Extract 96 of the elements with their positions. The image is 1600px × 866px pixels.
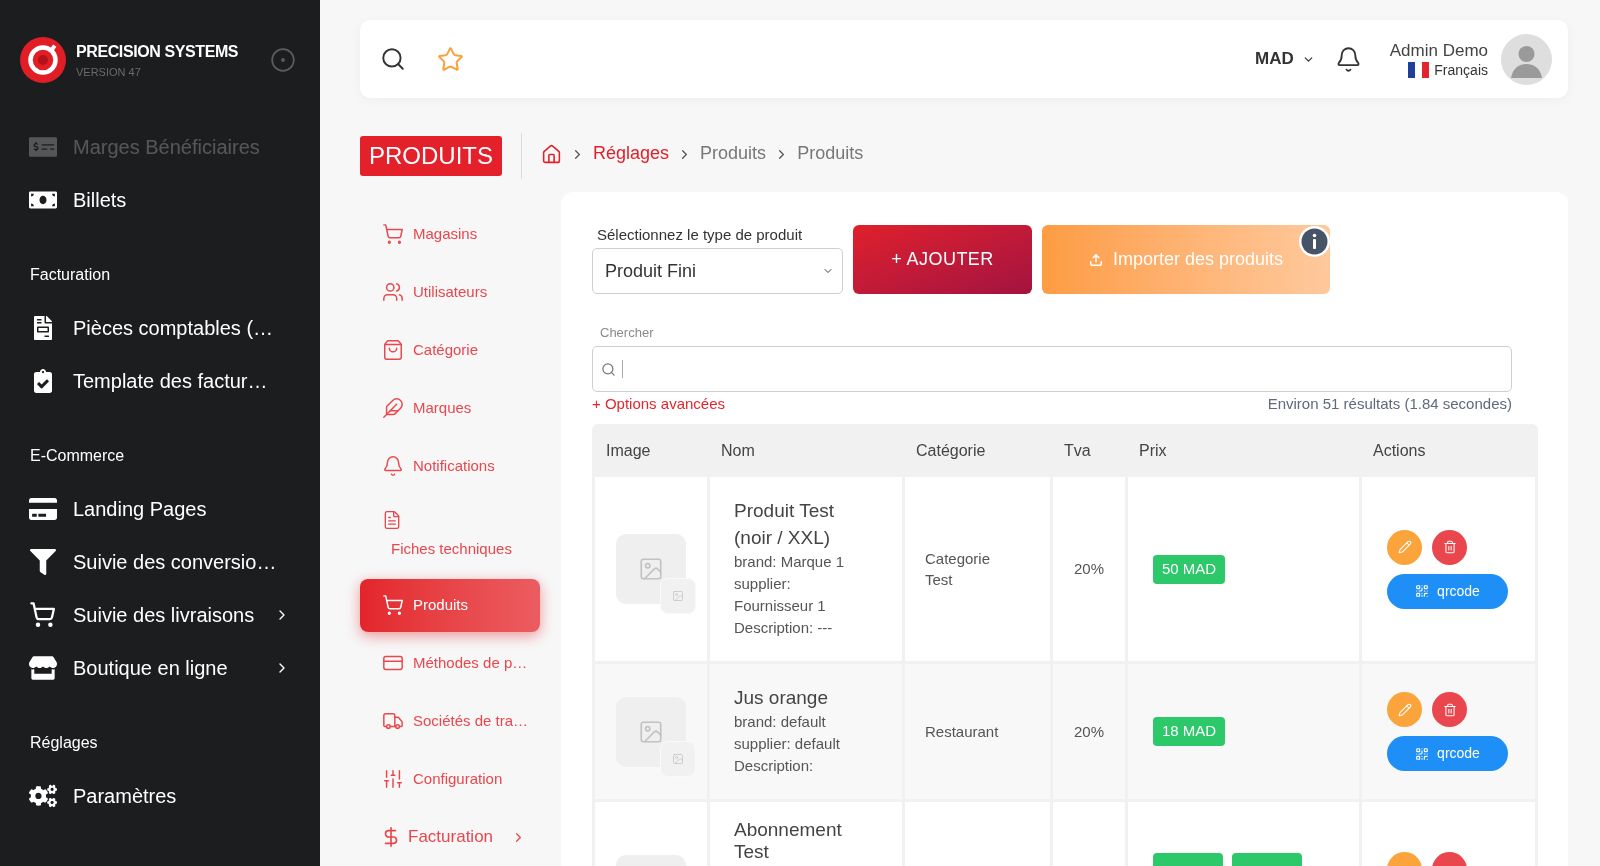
product-detail: supplier: Fournisseur 1 <box>734 574 827 616</box>
feather-icon <box>382 396 404 419</box>
advanced-options-link[interactable]: + Options avancées <box>592 394 725 414</box>
submenu-item[interactable]: Catégorie <box>360 323 540 377</box>
cart-icon <box>29 601 56 628</box>
column-header: Actions <box>1373 441 1426 459</box>
price-badge: 50 MAD <box>1153 554 1226 584</box>
image-icon <box>672 590 684 602</box>
product-detail: brand: default <box>734 712 827 732</box>
submenu-item[interactable]: Facturation <box>360 810 540 864</box>
qrcode-button[interactable]: qrcode <box>1387 573 1508 609</box>
delete-button[interactable] <box>1432 529 1467 565</box>
product-type-select[interactable]: Produit Fini <box>592 248 843 294</box>
column-header: Tva <box>1064 441 1091 459</box>
image-icon <box>672 752 684 765</box>
qr-code-icon <box>1415 584 1430 598</box>
column-header: Prix <box>1139 441 1167 459</box>
column-header: Nom <box>721 441 755 459</box>
pencil-icon <box>1397 540 1412 554</box>
product-detail: brand: Marque 1 <box>734 552 846 572</box>
field-label: Sélectionnez le type de produit <box>596 225 804 245</box>
submenu-item[interactable]: Magasins <box>360 207 540 261</box>
star-icon[interactable] <box>437 45 464 73</box>
search-icon[interactable] <box>380 46 406 72</box>
info-icon[interactable] <box>1299 226 1330 257</box>
document-icon <box>382 510 402 531</box>
product-detail: supplier: default <box>734 734 841 754</box>
submenu-item[interactable]: Configuration <box>360 752 540 806</box>
sidebar-item[interactable]: Suivie des livraisons <box>0 588 320 641</box>
breadcrumb-item: Produits <box>700 142 767 165</box>
cart-icon <box>382 594 404 617</box>
section-heading: E-Commerce <box>29 445 126 466</box>
sidebar-item[interactable]: Pièces comptables (… <box>0 301 320 354</box>
category-text: Restaurant <box>925 722 1000 742</box>
product-detail: Description: --- <box>734 618 834 638</box>
trash-icon <box>1442 540 1457 554</box>
brand-name: PRECISION SYSTEMS <box>76 41 239 62</box>
sidebar-item[interactable]: Suivie des conversio… <box>0 535 320 588</box>
submenu-item[interactable]: Sociétés de tra… <box>360 694 540 748</box>
column-header: Image <box>606 441 651 459</box>
submenu-item[interactable]: Utilisateurs <box>360 265 540 319</box>
sidebar-item[interactable]: Billets <box>0 173 320 226</box>
image-icon <box>638 556 664 582</box>
submenu-item[interactable]: Produits <box>360 578 540 632</box>
page-title: PRODUITS <box>360 136 502 176</box>
submenu-item[interactable]: Méthodes de p… <box>360 636 540 690</box>
sidebar-item[interactable]: Paramètres <box>0 769 320 822</box>
product-name: Jus orange <box>734 686 829 710</box>
submenu-item[interactable]: Fiches techniques <box>360 504 540 567</box>
sliders-icon <box>382 768 404 791</box>
home-icon[interactable] <box>541 143 562 165</box>
qr-code-icon <box>1415 746 1430 761</box>
funnel-icon <box>29 548 56 575</box>
search-icon <box>601 361 616 377</box>
category-text: Categorie Test <box>925 549 992 590</box>
users-icon <box>382 280 404 303</box>
results-count: Environ 51 résultats (1.84 secondes) <box>1267 394 1512 414</box>
sidebar-item[interactable]: Landing Pages <box>0 482 320 535</box>
product-name: Abonnement Test <box>734 819 843 863</box>
section-heading: Facturation <box>29 264 112 285</box>
submenu-item[interactable]: Notifications <box>360 439 540 493</box>
product-detail: Description: <box>734 756 815 776</box>
upload-icon <box>1088 252 1103 267</box>
flag-icon <box>1408 61 1430 78</box>
section-heading: Réglages <box>29 732 99 753</box>
field-label: Chercher <box>599 324 655 342</box>
pencil-icon <box>1397 702 1412 717</box>
cart-icon <box>382 223 404 245</box>
edit-button[interactable] <box>1387 692 1422 727</box>
image-icon <box>638 718 664 745</box>
price-badge: 18 MAD <box>1153 717 1226 746</box>
target-icon[interactable] <box>270 47 296 73</box>
currency-selector[interactable]: MAD <box>1255 46 1315 72</box>
tva-text: 20% <box>1074 560 1104 577</box>
qrcode-button[interactable]: qrcode <box>1387 736 1508 771</box>
column-header: Catégorie <box>916 441 986 459</box>
delete-button[interactable] <box>1432 692 1467 727</box>
edit-button[interactable] <box>1387 529 1422 565</box>
bag-icon <box>382 338 404 361</box>
submenu-item[interactable]: Marques <box>360 381 540 435</box>
add-button[interactable]: + AJOUTER <box>853 225 1032 294</box>
breadcrumb-link[interactable]: Réglages <box>593 140 670 167</box>
store-icon <box>28 653 57 682</box>
avatar-icon[interactable] <box>1501 33 1552 85</box>
version-label: VERSION 47 <box>76 64 142 79</box>
user-name: Admin Demo <box>1389 39 1488 61</box>
breadcrumb-item: Produits <box>797 142 864 165</box>
sidebar-item[interactable]: Template des factur… <box>0 354 320 407</box>
bell-icon <box>382 454 404 477</box>
sidebar-item[interactable]: Boutique en ligne <box>0 641 320 694</box>
language-label[interactable]: Français <box>1434 60 1488 79</box>
tva-text: 20% <box>1074 722 1104 740</box>
logo-icon <box>20 37 66 83</box>
product-name: Produit Test (noir / XXL) <box>734 499 835 550</box>
search-field[interactable] <box>592 346 1512 392</box>
trash-icon <box>1442 702 1457 717</box>
